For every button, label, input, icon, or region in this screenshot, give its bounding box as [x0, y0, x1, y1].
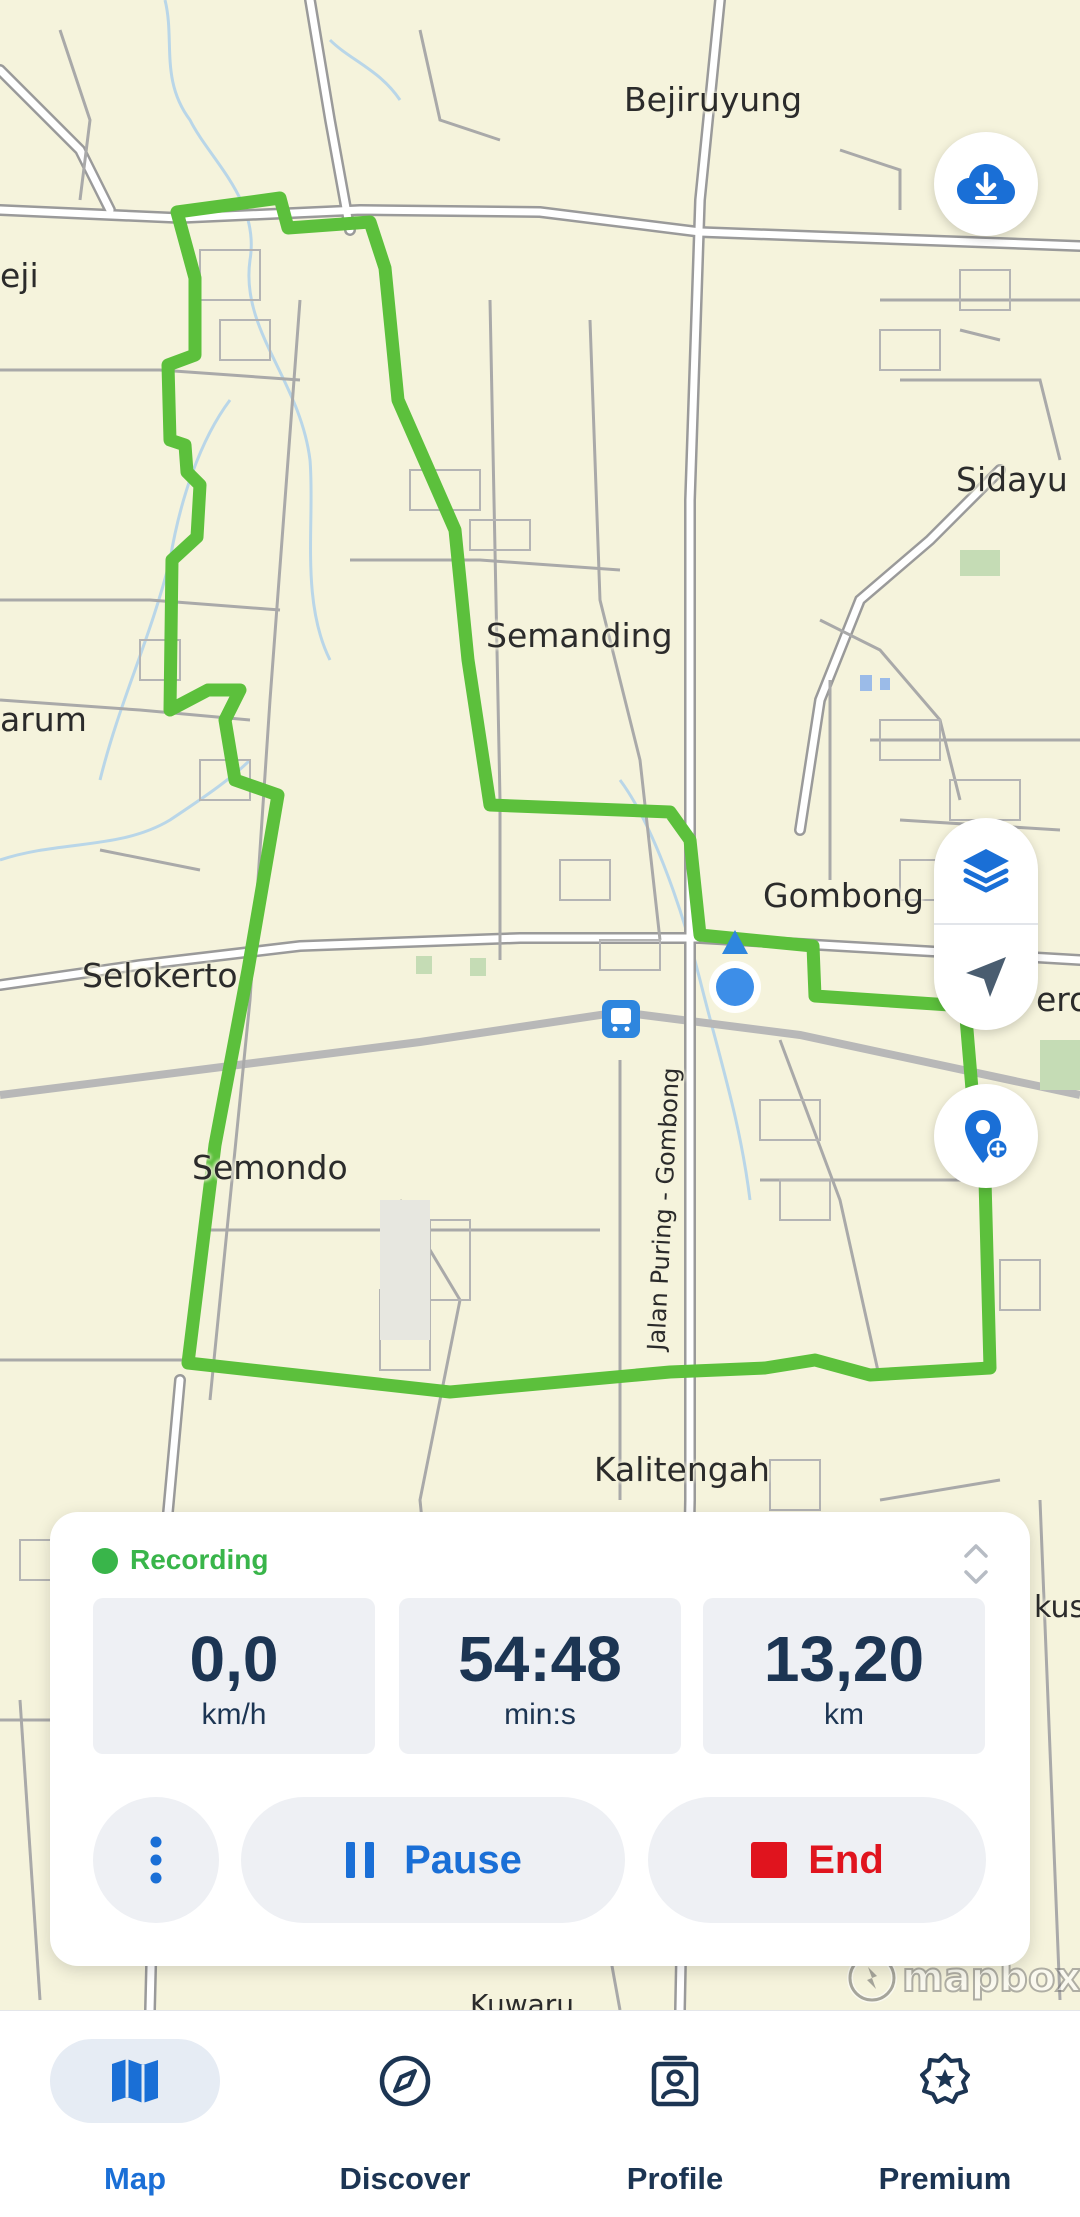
more-vertical-icon	[150, 1836, 162, 1884]
stat-speed-value: 0,0	[189, 1623, 279, 1695]
end-button[interactable]: End	[648, 1797, 986, 1923]
add-location-pin-icon	[965, 1110, 1009, 1163]
star-badge-icon	[920, 2053, 970, 2104]
stat-distance-value: 13,20	[763, 1623, 925, 1695]
nav-premium-icon-container	[860, 2039, 1030, 2123]
expand-collapse-button[interactable]	[956, 1538, 996, 1590]
stat-duration: 54:48 min:s	[399, 1598, 681, 1754]
chevron-up-down-icon	[964, 1544, 988, 1584]
recording-status-label: Recording	[130, 1544, 269, 1575]
nav-map-label: Map	[104, 2161, 166, 2196]
nav-map-icon-container	[50, 2039, 220, 2123]
stat-distance: 13,20 km	[703, 1598, 985, 1754]
nav-item-map[interactable]: Map	[0, 2011, 270, 2217]
layers-button[interactable]	[934, 818, 1038, 924]
map-label-selokerto: Selokerto	[82, 956, 238, 995]
stat-speed-unit: km/h	[201, 1698, 267, 1731]
map-label-ero: ero	[1036, 980, 1080, 1019]
nav-item-discover[interactable]: Discover	[270, 2011, 540, 2217]
map-label-semanding: Semanding	[486, 616, 673, 655]
bus-stop-icon	[602, 1000, 640, 1038]
stat-duration-value: 54:48	[458, 1623, 622, 1695]
more-options-button[interactable]	[93, 1797, 219, 1923]
nav-item-premium[interactable]: Premium	[810, 2011, 1080, 2217]
stop-icon	[751, 1842, 788, 1878]
nav-profile-label: Profile	[626, 2161, 724, 2196]
stat-distance-unit: km	[824, 1698, 864, 1731]
map-label-sidayu: Sidayu	[956, 460, 1068, 499]
pause-icon	[346, 1842, 375, 1878]
nav-profile-icon-container	[590, 2039, 760, 2123]
download-map-button[interactable]	[934, 132, 1038, 236]
map-label-arum: arum	[0, 700, 87, 739]
map-icon	[112, 2059, 158, 2103]
add-place-button[interactable]	[934, 1084, 1038, 1188]
stat-duration-unit: min:s	[504, 1698, 576, 1731]
nav-item-profile[interactable]: Profile	[540, 2011, 810, 2217]
map-label-semondo: Semondo	[192, 1148, 348, 1187]
compass-icon	[379, 2055, 431, 2107]
map-control-stack	[934, 818, 1038, 1030]
profile-badge-icon	[651, 2055, 699, 2107]
nav-discover-label: Discover	[339, 2161, 471, 2196]
stat-speed: 0,0 km/h	[93, 1598, 375, 1754]
map-label-gombong: Gombong	[763, 876, 924, 915]
map-label-eji: eji	[0, 256, 39, 295]
pause-button-label: Pause	[404, 1837, 522, 1882]
layers-icon	[963, 849, 1009, 893]
cloud-download-icon	[957, 164, 1015, 204]
map-label-kalitengah: Kalitengah	[594, 1450, 770, 1489]
recording-panel: Recording 0,0 km/h 54:48 min:s 13,20 km …	[50, 1512, 1030, 1966]
map-label-bejiruyung: Bejiruyung	[624, 80, 803, 119]
pause-button[interactable]: Pause	[241, 1797, 625, 1923]
map-label-kus: kus	[1034, 1590, 1080, 1625]
bottom-navigation-bar: Map Discover Profile Premium	[0, 2010, 1080, 2217]
navigation-arrow-icon	[966, 957, 1006, 997]
locate-me-button[interactable]	[934, 924, 1038, 1030]
recording-indicator-dot	[92, 1548, 118, 1574]
nav-premium-label: Premium	[878, 2161, 1012, 2196]
end-button-label: End	[808, 1837, 884, 1882]
nav-discover-icon-container	[320, 2039, 490, 2123]
